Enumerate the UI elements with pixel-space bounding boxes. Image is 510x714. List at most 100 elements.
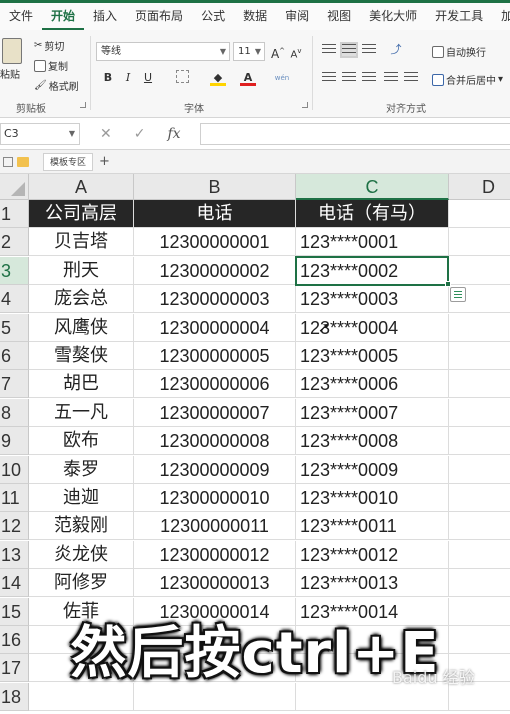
column-header-b[interactable]: B	[134, 174, 296, 200]
paste-button[interactable]: 粘贴	[0, 66, 20, 81]
font-size-select[interactable]: 11 ▼	[233, 42, 265, 61]
wrap-text-button[interactable]: 自动换行	[432, 44, 486, 59]
flash-fill-options-icon[interactable]	[450, 287, 466, 303]
font-color-icon[interactable]: A	[240, 70, 256, 86]
tab-file[interactable]: 文件	[0, 3, 42, 30]
decrease-font-icon[interactable]: Av	[288, 43, 304, 60]
table-cell[interactable]	[449, 314, 510, 342]
table-cell[interactable]: 12300000013	[134, 569, 296, 598]
table-cell[interactable]: 123****0012	[296, 540, 449, 569]
cancel-icon[interactable]: ✕	[100, 126, 112, 142]
font-family-select[interactable]: 等线 ▼	[96, 42, 230, 61]
row-header-7[interactable]: 7	[0, 370, 29, 399]
table-cell[interactable]: 贝吉塔	[29, 228, 134, 257]
tab-insert[interactable]: 插入	[84, 3, 126, 30]
formula-input[interactable]	[200, 123, 510, 145]
table-cell[interactable]: 123****0013	[296, 569, 449, 598]
borders-icon[interactable]	[176, 70, 189, 83]
table-cell[interactable]	[449, 569, 510, 598]
row-header-9[interactable]: 9	[0, 427, 29, 456]
table-cell[interactable]: 12300000005	[134, 342, 296, 370]
table-cell[interactable]: 123****0010	[296, 484, 449, 512]
row-header-13[interactable]: 13	[0, 540, 29, 569]
table-cell[interactable]: 12300000012	[134, 540, 296, 569]
row-header-2[interactable]: 2	[0, 228, 29, 257]
table-header-cell[interactable]: 电话（有马）	[296, 200, 449, 228]
table-cell[interactable]: 刑天	[29, 256, 134, 285]
tab-beautify[interactable]: 美化大师	[360, 3, 426, 30]
align-left-icon[interactable]	[322, 72, 336, 84]
copy-button[interactable]: 复制	[34, 58, 68, 73]
table-cell[interactable]: 五一凡	[29, 398, 134, 427]
table-cell[interactable]: 泰罗	[29, 455, 134, 484]
italic-button[interactable]: I	[120, 70, 136, 86]
table-cell[interactable]: 12300000003	[134, 285, 296, 314]
column-header-c[interactable]: C	[296, 174, 449, 200]
table-cell[interactable]	[449, 370, 510, 399]
align-middle-icon[interactable]	[340, 42, 358, 58]
align-center-icon[interactable]	[342, 72, 356, 84]
format-painter-button[interactable]: 🖌 格式刷	[34, 78, 79, 93]
table-cell[interactable]: 12300000011	[134, 512, 296, 541]
tab-view[interactable]: 视图	[318, 3, 360, 30]
table-cell[interactable]: 12300000009	[134, 455, 296, 484]
tab-home[interactable]: 开始	[42, 3, 85, 30]
tab-data[interactable]: 数据	[234, 3, 276, 30]
row-header-4[interactable]: 4	[0, 285, 29, 314]
table-cell[interactable]: 范毅刚	[29, 512, 134, 541]
table-cell[interactable]	[449, 484, 510, 512]
table-cell[interactable]: 123****0002	[296, 256, 449, 285]
clipboard-dialog-launcher-icon[interactable]	[80, 102, 86, 108]
table-cell[interactable]: 炎龙侠	[29, 540, 134, 569]
column-header-d[interactable]: D	[449, 174, 510, 200]
table-cell[interactable]	[449, 342, 510, 370]
align-bottom-icon[interactable]	[362, 44, 376, 56]
table-cell[interactable]: 12300000008	[134, 427, 296, 456]
table-cell[interactable]: 123****0009	[296, 455, 449, 484]
table-cell[interactable]	[449, 200, 510, 228]
table-cell[interactable]: 阿修罗	[29, 569, 134, 598]
align-right-icon[interactable]	[362, 72, 376, 84]
table-cell[interactable]: 庞会总	[29, 285, 134, 314]
font-dialog-launcher-icon[interactable]	[302, 102, 308, 108]
table-cell[interactable]	[449, 399, 510, 427]
cut-button[interactable]: ✂ 剪切	[34, 38, 64, 53]
table-cell[interactable]: 雪獒侠	[29, 342, 134, 370]
select-all-corner[interactable]	[0, 174, 29, 200]
row-header-11[interactable]: 11	[0, 484, 29, 512]
table-cell[interactable]: 12300000007	[134, 398, 296, 427]
bold-button[interactable]: B	[100, 70, 116, 86]
folder-icon[interactable]	[17, 156, 29, 167]
table-cell[interactable]: 胡巴	[29, 370, 134, 399]
table-cell[interactable]: 123****0008	[296, 427, 449, 456]
table-cell[interactable]: 12300000002	[134, 256, 296, 285]
phonetic-icon[interactable]: wén	[274, 70, 290, 86]
insert-function-icon[interactable]: fx	[167, 126, 180, 142]
decrease-indent-icon[interactable]	[384, 72, 398, 84]
home-icon[interactable]	[3, 156, 13, 167]
table-cell[interactable]: 12300000004	[134, 313, 296, 342]
table-cell[interactable]: 123****0005	[296, 342, 449, 370]
table-cell[interactable]	[449, 228, 510, 257]
row-header-14[interactable]: 14	[0, 569, 29, 598]
merge-center-button[interactable]: 合并后居中 ▾	[432, 72, 503, 87]
row-header-12[interactable]: 12	[0, 512, 29, 541]
table-cell[interactable]	[449, 427, 510, 456]
table-cell[interactable]: 迪迦	[29, 484, 134, 512]
table-cell[interactable]	[449, 512, 510, 541]
table-header-cell[interactable]: 电话	[134, 200, 296, 228]
row-header-5[interactable]: 5	[0, 313, 29, 342]
column-header-a[interactable]: A	[29, 174, 134, 200]
name-box[interactable]: C3 ▼	[0, 123, 80, 145]
table-cell[interactable]	[449, 257, 510, 285]
table-cell[interactable]: 123****0011	[296, 512, 449, 541]
table-cell[interactable]: 12300000001	[134, 228, 296, 257]
underline-button[interactable]: U	[140, 70, 156, 86]
row-header-1[interactable]: 1	[0, 200, 29, 228]
row-header-6[interactable]: 6	[0, 342, 29, 370]
table-cell[interactable]: 12300000010	[134, 484, 296, 512]
table-cell[interactable]: 欧布	[29, 427, 134, 456]
table-cell[interactable]: 123****0006	[296, 370, 449, 399]
template-tab[interactable]: 模板专区	[43, 152, 94, 171]
align-top-icon[interactable]	[322, 44, 336, 56]
